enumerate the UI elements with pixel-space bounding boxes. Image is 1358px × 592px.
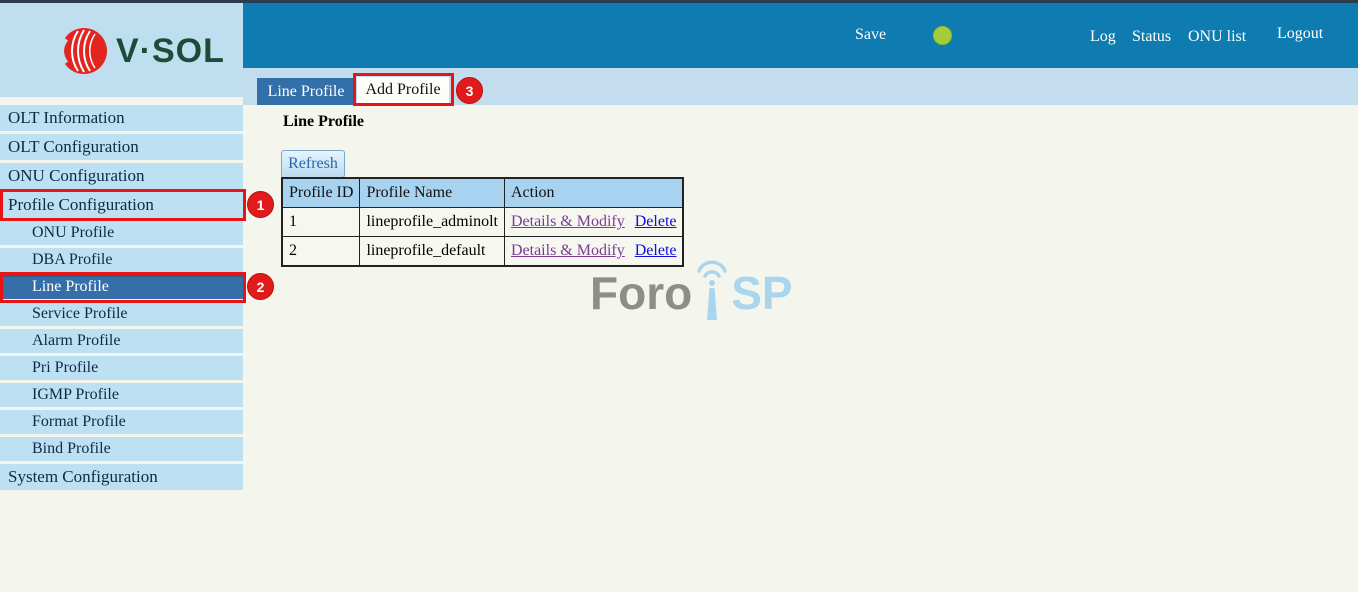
tab-add-profile[interactable]: Add Profile [357, 77, 449, 103]
save-button[interactable]: Save [855, 26, 886, 44]
sidebar-item-igmp-profile[interactable]: IGMP Profile [0, 383, 243, 407]
column-header-action: Action [504, 178, 683, 208]
sidebar-menu: OLT Information OLT Configuration ONU Co… [0, 105, 243, 493]
action-cell: Details & Modify Delete [504, 208, 683, 237]
log-link[interactable]: Log [1090, 28, 1116, 46]
tab-bar: Line Profile Add Profile [243, 68, 1358, 105]
details-modify-link[interactable]: Details & Modify [511, 213, 625, 230]
sidebar-item-profile-configuration[interactable]: Profile Configuration [0, 192, 243, 218]
watermark-text-gray: Foro [590, 270, 692, 316]
refresh-button[interactable]: Refresh [281, 150, 345, 178]
profile-id-cell: 1 [282, 208, 360, 237]
sidebar-item-dba-profile[interactable]: DBA Profile [0, 248, 243, 272]
sidebar-item-pri-profile[interactable]: Pri Profile [0, 356, 243, 380]
foroisp-watermark: Foro SP [590, 256, 793, 316]
sidebar-item-service-profile[interactable]: Service Profile [0, 302, 243, 326]
logo-panel: V·SOL [0, 3, 243, 97]
watermark-text-blue: SP [731, 270, 792, 316]
page-title: Line Profile [283, 113, 364, 131]
antenna-icon [694, 256, 730, 322]
vsol-logo: V·SOL [58, 25, 225, 77]
profile-id-cell: 2 [282, 237, 360, 267]
profile-name-cell: lineprofile_default [360, 237, 505, 267]
table-header-row: Profile ID Profile Name Action [282, 178, 683, 208]
annotation-badge-2: 2 [247, 273, 274, 300]
annotation-badge-3: 3 [456, 77, 483, 104]
sidebar-item-olt-information[interactable]: OLT Information [0, 105, 243, 131]
delete-link[interactable]: Delete [635, 213, 677, 230]
sidebar-item-format-profile[interactable]: Format Profile [0, 410, 243, 434]
annotation-badge-1: 1 [247, 191, 274, 218]
sidebar-item-bind-profile[interactable]: Bind Profile [0, 437, 243, 461]
sidebar-item-system-configuration[interactable]: System Configuration [0, 464, 243, 490]
sidebar-item-onu-profile[interactable]: ONU Profile [0, 221, 243, 245]
column-header-profile-id: Profile ID [282, 178, 360, 208]
tab-line-profile[interactable]: Line Profile [257, 78, 355, 105]
brand-name: V·SOL [116, 32, 225, 71]
profile-name-cell: lineprofile_adminolt [360, 208, 505, 237]
header-bar: Save Log Status ONU list Logout [243, 3, 1358, 68]
page: V·SOL Save Log Status ONU list Logout Li… [0, 0, 1358, 592]
column-header-profile-name: Profile Name [360, 178, 505, 208]
sidebar-item-alarm-profile[interactable]: Alarm Profile [0, 329, 243, 353]
sidebar-item-line-profile[interactable]: Line Profile [0, 275, 243, 299]
status-indicator-dot [933, 26, 952, 45]
line-profile-table: Profile ID Profile Name Action 1 linepro… [281, 177, 684, 267]
table-row: 1 lineprofile_adminolt Details & ModifyD… [282, 208, 683, 237]
sidebar-item-olt-configuration[interactable]: OLT Configuration [0, 134, 243, 160]
status-link[interactable]: Status [1132, 28, 1171, 46]
sidebar-item-onu-configuration[interactable]: ONU Configuration [0, 163, 243, 189]
logout-link[interactable]: Logout [1277, 25, 1323, 43]
onu-list-link[interactable]: ONU list [1188, 28, 1246, 46]
vsol-logo-icon [58, 25, 108, 77]
